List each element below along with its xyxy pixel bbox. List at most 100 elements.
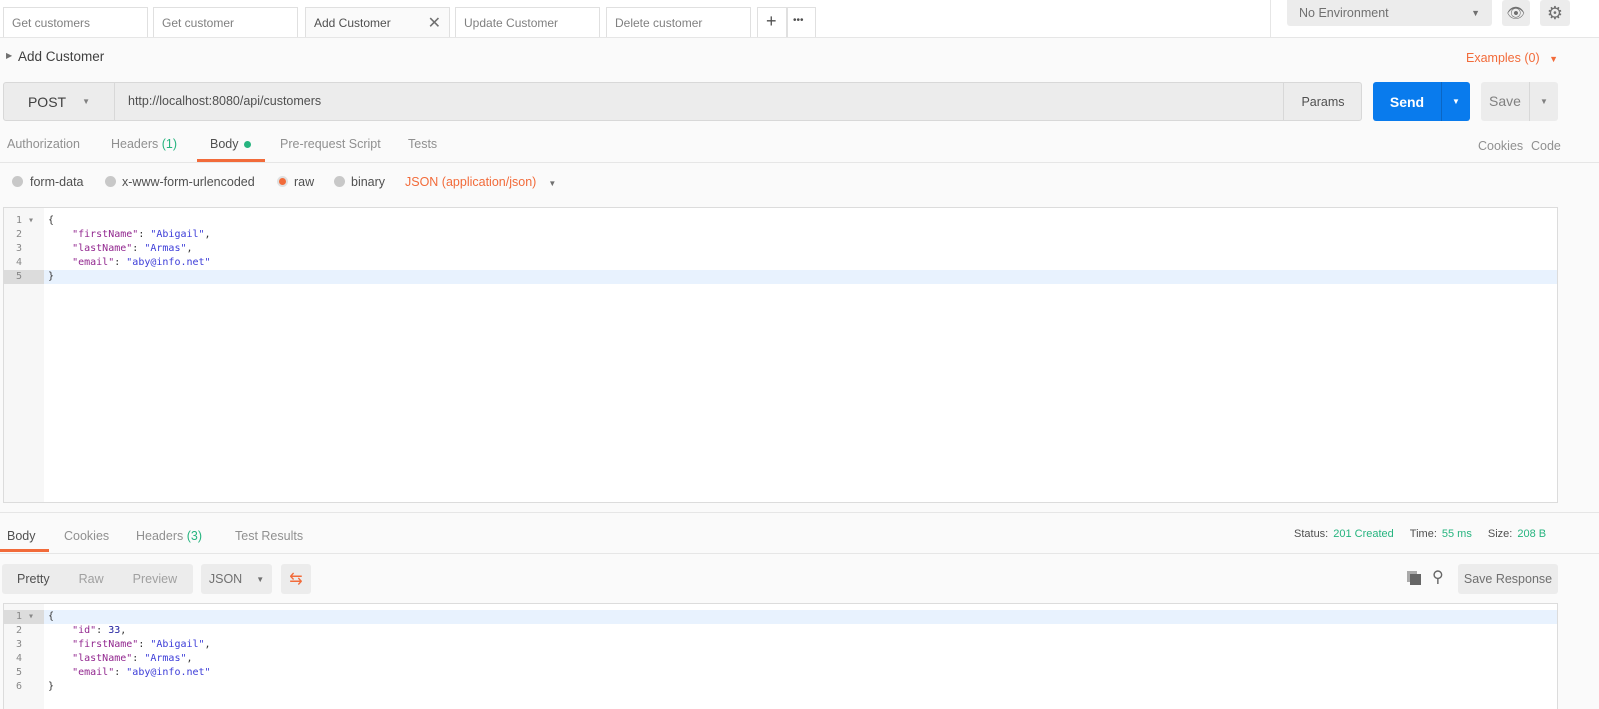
- url-input[interactable]: http://localhost:8080/api/customers: [128, 94, 321, 108]
- save-button[interactable]: Save: [1481, 82, 1530, 121]
- code-token: "aby@info.net": [126, 667, 211, 678]
- code-link[interactable]: Code: [1531, 139, 1561, 153]
- environment-label: No Environment: [1299, 6, 1389, 20]
- tab-label: Body: [210, 137, 239, 151]
- response-tab-body[interactable]: Body: [7, 529, 36, 543]
- code-text: "lastName": "Armas",: [48, 652, 192, 666]
- code-text: {: [48, 610, 54, 624]
- tab-authorization[interactable]: Authorization: [7, 137, 80, 151]
- line-number: 2: [15, 625, 34, 636]
- code-token: 33: [108, 625, 121, 636]
- code-token: :: [114, 667, 127, 678]
- format-label: JSON: [208, 572, 243, 586]
- tab-update-customer[interactable]: Update Customer: [455, 7, 600, 37]
- code-line: 4 "lastName": "Armas",: [4, 652, 1557, 666]
- format-select[interactable]: JSON ▼: [201, 564, 272, 594]
- line-number: 6: [15, 681, 34, 692]
- code-text: "email": "aby@info.net": [48, 666, 211, 680]
- tab-get-customer[interactable]: Get customer: [153, 7, 298, 37]
- radio-form-data[interactable]: [12, 176, 23, 187]
- send-options-icon[interactable]: ▼: [1442, 82, 1470, 121]
- code-token: }: [48, 681, 55, 692]
- examples-label: Examples (0): [1466, 51, 1540, 65]
- tab-label: Delete customer: [615, 16, 703, 30]
- code-line: 5 "email": "aby@info.net": [4, 666, 1557, 680]
- response-tab-cookies[interactable]: Cookies: [64, 529, 109, 543]
- content-type-select[interactable]: JSON (application/json) ▼: [405, 175, 556, 189]
- line-number: 5: [4, 270, 44, 284]
- method-select[interactable]: POST ▼: [4, 83, 115, 120]
- raw-button[interactable]: Raw: [79, 572, 104, 586]
- divider: [0, 553, 1599, 554]
- headers-count: (1): [161, 137, 178, 151]
- examples-dropdown[interactable]: Examples (0) ▼: [1466, 51, 1558, 65]
- urlencoded-label[interactable]: x-www-form-urlencoded: [122, 175, 255, 189]
- chevron-down-icon: ▼: [256, 574, 265, 584]
- preview-button[interactable]: Preview: [133, 572, 177, 586]
- request-title[interactable]: Add Customer: [18, 49, 104, 64]
- code-text: }: [48, 270, 54, 284]
- response-body-viewer[interactable]: 1 ▾ {2 "id": 33, 3 "firstName": "Abigail",…: [3, 603, 1558, 709]
- chevron-down-icon: ▼: [1471, 8, 1480, 18]
- line-number: 1 ▾: [4, 610, 44, 624]
- code-line: 5 }: [4, 270, 1557, 284]
- line-number: 1 ▾: [15, 215, 34, 226]
- radio-raw[interactable]: [277, 176, 288, 187]
- line-number: 4: [15, 257, 34, 268]
- settings-button[interactable]: ⚙: [1540, 0, 1570, 26]
- code-token: ,: [204, 639, 211, 650]
- radio-urlencoded[interactable]: [105, 176, 116, 187]
- environment-select[interactable]: No Environment ▼: [1287, 0, 1492, 26]
- tab-get-customers[interactable]: Get customers: [3, 7, 148, 37]
- tab-body[interactable]: Body: [210, 137, 251, 151]
- cookies-link[interactable]: Cookies: [1478, 139, 1523, 153]
- code-token: ,: [186, 243, 193, 254]
- chevron-down-icon: ▼: [82, 97, 91, 106]
- size-value: 208 B: [1517, 528, 1547, 540]
- line-number: 4: [15, 653, 34, 664]
- tab-headers[interactable]: Headers (1): [111, 137, 177, 151]
- save-options-icon[interactable]: ▼: [1530, 97, 1558, 106]
- new-tab-button[interactable]: +: [757, 7, 787, 37]
- tab-add-customer[interactable]: Add Customer ✕: [305, 7, 450, 37]
- send-group: Send ▼: [1373, 82, 1470, 121]
- chevron-down-icon: ▼: [1549, 54, 1559, 64]
- code-line: 2 "id": 33,: [4, 624, 1557, 638]
- pretty-button[interactable]: Pretty: [17, 572, 50, 586]
- send-button[interactable]: Send: [1373, 82, 1442, 121]
- tab-label: Update Customer: [464, 16, 559, 30]
- radio-binary[interactable]: [334, 176, 345, 187]
- status-label: Status:: [1294, 528, 1329, 540]
- more-tabs-button[interactable]: •••: [787, 7, 816, 37]
- raw-label[interactable]: raw: [294, 175, 314, 189]
- close-icon[interactable]: ✕: [428, 13, 441, 33]
- params-button[interactable]: Params: [1283, 83, 1362, 120]
- response-tab-test-results[interactable]: Test Results: [235, 529, 303, 543]
- divider: [0, 162, 1599, 163]
- line-number: 2: [15, 229, 34, 240]
- form-data-label[interactable]: form-data: [30, 175, 84, 189]
- response-tab-headers[interactable]: Headers (3): [136, 529, 202, 543]
- code-token: :: [132, 653, 145, 664]
- tab-label: Get customer: [162, 16, 235, 30]
- tab-tests[interactable]: Tests: [408, 137, 437, 151]
- body-dot-icon: [243, 141, 251, 148]
- save-response-button[interactable]: Save Response: [1458, 564, 1558, 594]
- caret-right-icon[interactable]: ▶: [6, 51, 12, 60]
- code-text: "id": 33,: [48, 624, 126, 638]
- status-value: 201 Created: [1333, 528, 1394, 540]
- code-line: 3 "firstName": "Abigail",: [4, 638, 1557, 652]
- binary-label[interactable]: binary: [351, 175, 385, 189]
- copy-icon[interactable]: [1407, 571, 1421, 585]
- response-meta: Status: 201 Created Time: 55 ms Size: 208 B: [1294, 528, 1546, 540]
- divider: [0, 512, 1599, 513]
- tab-delete-customer[interactable]: Delete customer: [606, 7, 751, 37]
- request-body-editor[interactable]: 1 ▾{2 "firstName": "Abigail", 3 "lastName…: [3, 207, 1558, 503]
- tab-pre-request-script[interactable]: Pre-request Script: [280, 137, 381, 151]
- search-icon[interactable]: ⚲: [1432, 567, 1444, 587]
- line-number: 5: [15, 667, 34, 678]
- eye-button[interactable]: 👁: [1502, 0, 1530, 26]
- wrap-lines-button[interactable]: ⇆: [281, 564, 311, 594]
- code-text: {: [48, 214, 54, 228]
- code-token: :: [138, 639, 151, 650]
